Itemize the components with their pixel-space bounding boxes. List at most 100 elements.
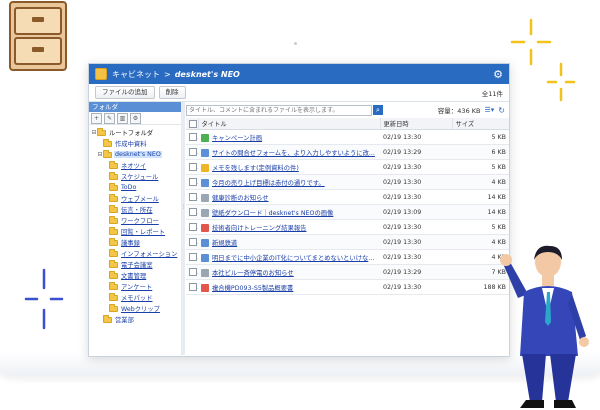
file-updated: 02/19 13:09: [380, 204, 452, 220]
table-row[interactable]: 技術者向けトレーニング結果報告 02/19 13:30 5 KB: [186, 219, 509, 235]
search-icon[interactable]: ⌕: [373, 105, 383, 115]
folder-label[interactable]: メモパッド: [120, 293, 153, 302]
folder-tree-item[interactable]: ToDo: [91, 182, 181, 193]
folder-tree-item[interactable]: 作成中資料: [91, 138, 181, 149]
folder-settings-icon[interactable]: ⚙: [130, 112, 141, 124]
folder-tree-item[interactable]: Webクリップ: [91, 303, 181, 314]
splitter-grip-icon[interactable]: ⋮: [181, 197, 186, 217]
folder-label[interactable]: 作成中資料: [114, 139, 147, 148]
row-checkbox[interactable]: [189, 178, 197, 186]
pane-splitter[interactable]: [181, 102, 185, 355]
row-checkbox[interactable]: [189, 163, 197, 171]
file-title-link[interactable]: 複合機PD093-S5製品概要書: [212, 285, 293, 292]
table-row[interactable]: 明日までに中小企業のIT化についてまとめないといけない... 02/19 13:3…: [186, 249, 509, 265]
file-title-link[interactable]: サイトの問合せフォームを、より入力しやすいように改...: [212, 150, 375, 157]
file-size: 5 KB: [452, 159, 509, 175]
add-file-button[interactable]: ファイルの追加: [95, 86, 155, 99]
row-checkbox[interactable]: [189, 268, 197, 276]
row-checkbox[interactable]: [189, 283, 197, 291]
folder-icon: [109, 281, 118, 290]
table-row[interactable]: 今月の売り上げ目標は赤付の通りです。 02/19 13:30 4 KB: [186, 174, 509, 190]
folder-label[interactable]: desknet's NEO: [114, 151, 162, 158]
folder-label[interactable]: ワークフロー: [120, 216, 160, 225]
file-size: 14 KB: [452, 189, 509, 205]
folder-label[interactable]: ToDo: [120, 184, 137, 191]
table-row[interactable]: 複合機PD093-S5製品概要書 02/19 13:30 188 KB: [186, 279, 509, 295]
folder-label[interactable]: スケジュール: [120, 172, 159, 181]
folder-tree-item[interactable]: 回覧・レポート: [91, 226, 181, 237]
folder-icon: [103, 149, 112, 158]
folder-tree-item[interactable]: 文書管理: [91, 270, 181, 281]
folder-tree-item[interactable]: 営業部: [91, 314, 181, 325]
cabinet-app-icon: [95, 68, 107, 80]
folder-label[interactable]: 伝言・所在: [120, 205, 153, 214]
folder-tree-item[interactable]: ⊟ desknet's NEO: [91, 149, 181, 160]
folder-icon: [109, 193, 118, 202]
file-type-icon: [201, 283, 209, 292]
file-title-link[interactable]: 壁紙ダウンロード｜desknet's NEOの画像: [212, 210, 333, 217]
folder-label[interactable]: 文書管理: [120, 271, 147, 280]
folder-tree-item[interactable]: スケジュール: [91, 171, 181, 182]
search-input[interactable]: [186, 104, 372, 116]
folder-tree-item[interactable]: ネオツイ: [91, 160, 181, 171]
row-checkbox[interactable]: [189, 223, 197, 231]
folder-tree-item[interactable]: メモパッド: [91, 292, 181, 303]
folder-label[interactable]: 議事録: [120, 238, 141, 247]
folder-label[interactable]: 回覧・レポート: [120, 227, 166, 236]
file-updated: 02/19 13:30: [380, 234, 452, 250]
delete-button[interactable]: 削除: [158, 86, 186, 99]
folder-tree-item[interactable]: インフォメーション: [91, 248, 181, 259]
file-title-link[interactable]: 健康診断のお知らせ: [212, 195, 269, 202]
folder-label[interactable]: ネオツイ: [120, 161, 147, 170]
refresh-icon[interactable]: ↻: [498, 106, 505, 115]
file-size: 14 KB: [452, 204, 509, 220]
select-all-checkbox[interactable]: [189, 119, 197, 128]
folder-tree-item[interactable]: ⊟ ルートフォルダ: [91, 127, 181, 138]
folder-icon: [109, 204, 118, 213]
row-checkbox[interactable]: [189, 133, 197, 141]
folder-tree-item[interactable]: 伝言・所在: [91, 204, 181, 215]
file-title-link[interactable]: 技術者向けトレーニング結果報告: [212, 225, 306, 232]
row-checkbox[interactable]: [189, 193, 197, 201]
folder-tree-item[interactable]: 議事録: [91, 237, 181, 248]
column-size[interactable]: サイズ: [451, 118, 509, 130]
trash-icon[interactable]: ▥: [117, 112, 128, 124]
gear-icon[interactable]: ⚙: [493, 69, 503, 80]
table-row[interactable]: 新規鉄道 02/19 13:30 4 KB: [186, 234, 509, 250]
table-row[interactable]: サイトの問合せフォームを、より入力しやすいように改... 02/19 13:29 6…: [186, 144, 509, 160]
table-row[interactable]: 健康診断のお知らせ 02/19 13:30 14 KB: [186, 189, 509, 205]
file-title-link[interactable]: 本社ビル一斉停電のお知らせ: [212, 270, 294, 277]
folder-pane-header: フォルダ: [89, 102, 181, 112]
folder-label[interactable]: インフォメーション: [120, 249, 178, 258]
folder-icon: [109, 259, 118, 268]
folder-label[interactable]: アンケート: [120, 282, 153, 291]
folder-tree-item[interactable]: 電子会議室: [91, 259, 181, 270]
file-title-link[interactable]: 新規鉄道: [212, 240, 237, 247]
file-title-link[interactable]: メモを残します(定例資料の件): [212, 165, 299, 172]
edit-folder-icon[interactable]: ✎: [104, 112, 115, 124]
table-row[interactable]: メモを残します(定例資料の件) 02/19 13:30 5 KB: [186, 159, 509, 175]
row-checkbox[interactable]: [189, 238, 197, 246]
add-folder-icon[interactable]: +: [91, 112, 102, 124]
folder-label[interactable]: ルートフォルダ: [108, 128, 154, 137]
file-title-link[interactable]: キャンペーン計画: [212, 135, 262, 142]
column-updated[interactable]: 更新日時: [379, 118, 452, 130]
folder-label[interactable]: 電子会議室: [120, 260, 153, 269]
table-row[interactable]: 壁紙ダウンロード｜desknet's NEOの画像 02/19 13:09 14 K…: [186, 204, 509, 220]
list-view-icon[interactable]: ☰▾: [485, 106, 495, 114]
file-title-link[interactable]: 今月の売り上げ目標は赤付の通りです。: [212, 180, 325, 187]
folder-tree-item[interactable]: ウェブメール: [91, 193, 181, 204]
folder-tree: ⊟ ルートフォルダ 作成中資料 ⊟ desknet's NEO ネオツイスケジュール ToD…: [89, 125, 181, 325]
folder-tree-item[interactable]: アンケート: [91, 281, 181, 292]
file-title-link[interactable]: 明日までに中小企業のIT化についてまとめないといけない...: [212, 255, 380, 262]
table-row[interactable]: 本社ビル一斉停電のお知らせ 02/19 13:29 7 KB: [186, 264, 509, 280]
row-checkbox[interactable]: [189, 208, 197, 216]
folder-tree-item[interactable]: ワークフロー: [91, 215, 181, 226]
folder-label[interactable]: 営業部: [114, 315, 135, 324]
folder-label[interactable]: ウェブメール: [120, 194, 160, 203]
column-title[interactable]: タイトル: [197, 118, 380, 130]
row-checkbox[interactable]: [189, 253, 197, 261]
row-checkbox[interactable]: [189, 148, 197, 156]
folder-label[interactable]: Webクリップ: [120, 304, 161, 313]
table-row[interactable]: キャンペーン計画 02/19 13:30 5 KB: [186, 129, 509, 145]
